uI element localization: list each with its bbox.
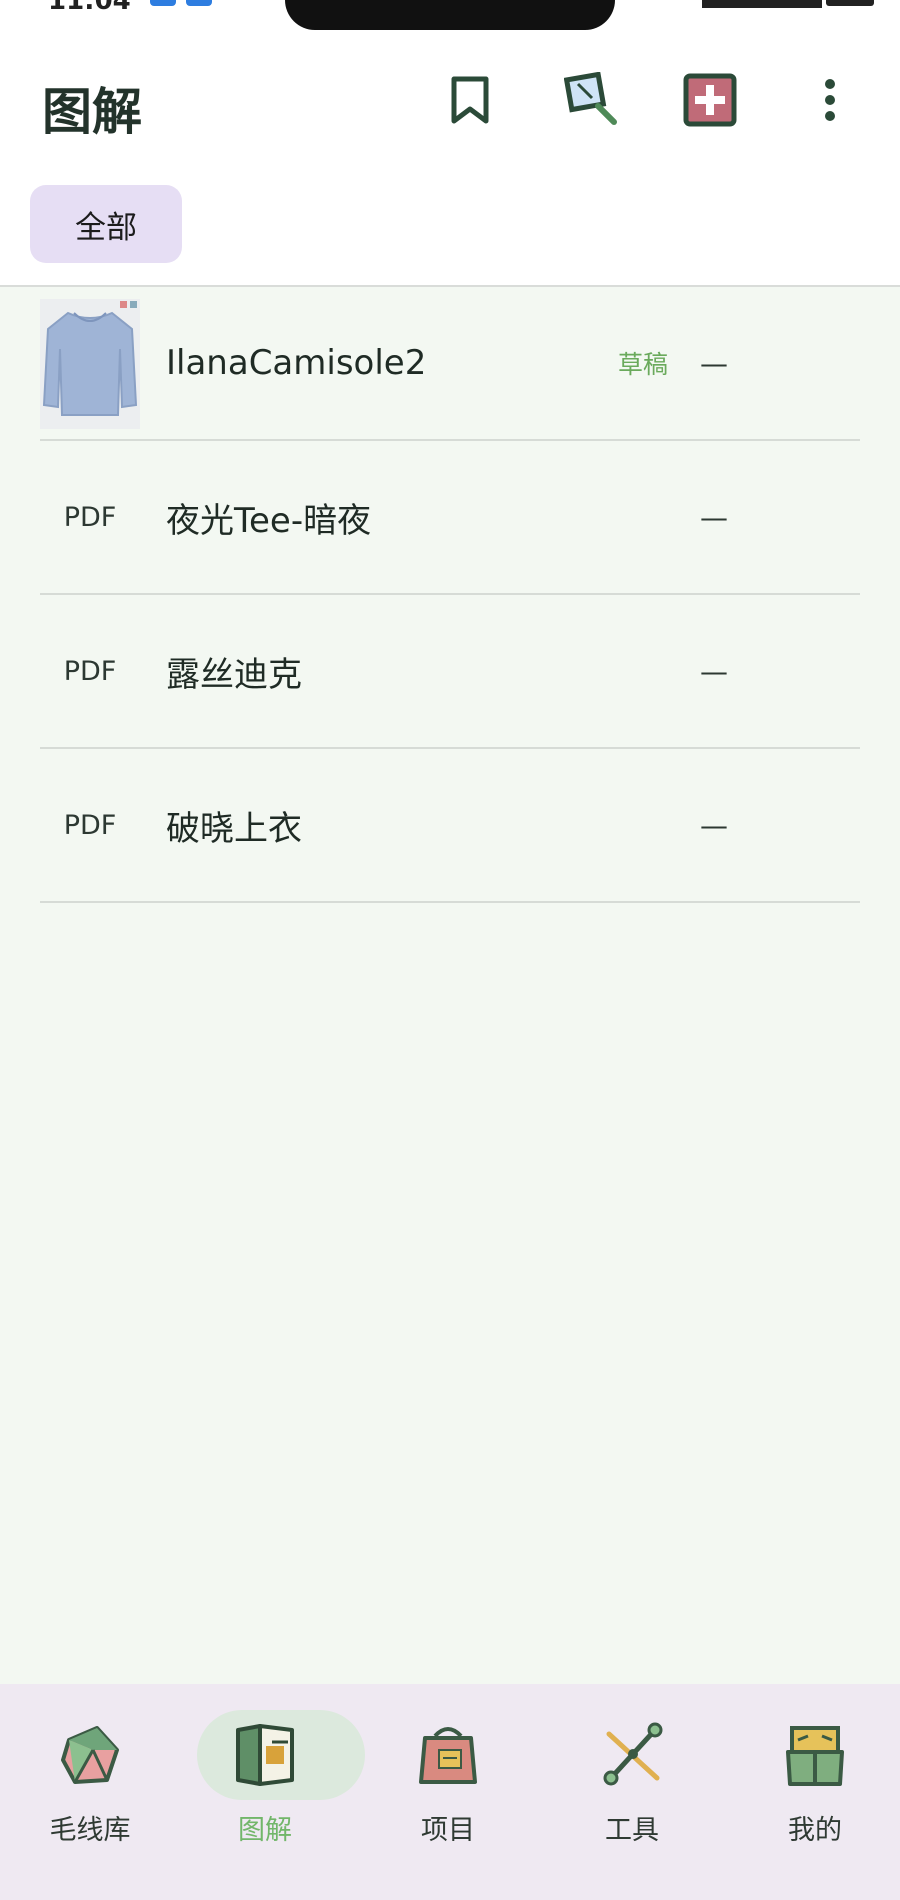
search-icon[interactable]: [562, 70, 622, 130]
filter-chip-all[interactable]: 全部: [30, 185, 182, 263]
nav-label: 我的: [788, 1815, 842, 1846]
add-icon[interactable]: [680, 70, 740, 130]
nav-label: 工具: [605, 1815, 659, 1846]
draft-badge: 草稿: [618, 350, 669, 379]
nav-label: 毛线库: [49, 1815, 131, 1846]
pattern-book-icon: [230, 1720, 300, 1790]
notification-icon: [186, 0, 212, 6]
notification-icon: [150, 0, 176, 6]
status-time: 11:04: [48, 0, 131, 16]
nav-label: 项目: [421, 1815, 475, 1846]
nav-label: 图解: [238, 1815, 292, 1846]
tools-icon: [597, 1720, 667, 1790]
pattern-list: IlanaCamisole2 草稿 — PDF 夜光Tee-暗夜 — PDF 露…: [40, 287, 860, 903]
nav-item-profile[interactable]: 我的: [725, 1684, 900, 1900]
bookmark-icon[interactable]: [440, 70, 500, 130]
bottom-navigation: 毛线库 图解 项目 工具 我的: [0, 1684, 900, 1900]
nav-item-yarn-library[interactable]: 毛线库: [0, 1684, 180, 1900]
pattern-value: —: [700, 346, 728, 380]
list-item[interactable]: PDF 露丝迪克 —: [40, 595, 860, 749]
page-title: 图解: [42, 82, 142, 141]
profile-box-icon: [780, 1720, 850, 1790]
nav-item-projects[interactable]: 项目: [358, 1684, 538, 1900]
pattern-name: 露丝迪克: [166, 654, 302, 695]
pattern-name: 夜光Tee-暗夜: [166, 500, 372, 541]
battery-icon: [826, 0, 874, 6]
pattern-value: —: [700, 500, 728, 534]
nav-item-tools[interactable]: 工具: [542, 1684, 722, 1900]
pdf-label: PDF: [63, 501, 117, 533]
yarn-library-icon: [55, 1720, 125, 1790]
pattern-name: 破晓上衣: [166, 808, 302, 849]
list-item[interactable]: PDF 破晓上衣 —: [40, 749, 860, 903]
status-bar: 11:04: [0, 0, 900, 30]
nav-item-patterns[interactable]: 图解: [175, 1684, 365, 1900]
pattern-thumbnail: [40, 299, 140, 429]
pattern-name: IlanaCamisole2: [166, 343, 427, 383]
project-bag-icon: [413, 1720, 483, 1790]
pattern-value: —: [700, 654, 728, 688]
app-header: 图解 全部: [0, 30, 900, 287]
signal-icon: [702, 0, 822, 8]
pdf-label: PDF: [63, 809, 117, 841]
pdf-label: PDF: [63, 655, 117, 687]
list-item[interactable]: IlanaCamisole2 草稿 —: [40, 287, 860, 441]
pattern-value: —: [700, 808, 728, 842]
dynamic-island: [285, 0, 615, 30]
list-item[interactable]: PDF 夜光Tee-暗夜 —: [40, 441, 860, 595]
more-vert-icon[interactable]: [800, 70, 860, 130]
